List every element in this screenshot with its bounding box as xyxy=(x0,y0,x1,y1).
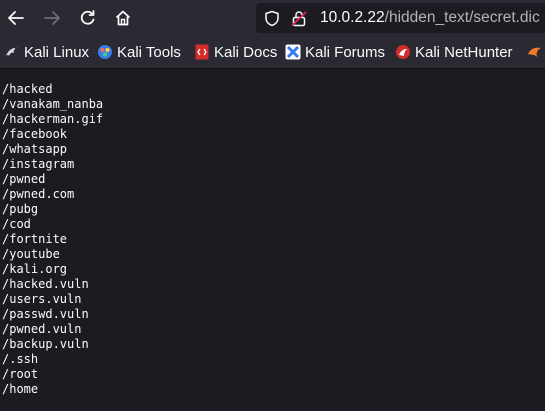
page-content: /hacked/vanakam_nanba/hackerman.gif/face… xyxy=(0,69,545,411)
bookmark-kali-docs[interactable]: Kali Docs xyxy=(194,43,277,61)
text-line: /pwned xyxy=(2,172,46,186)
text-line: /pwned.com xyxy=(2,187,75,201)
kali-tools-icon xyxy=(97,44,113,60)
bookmark-label: Kali Forums xyxy=(305,43,386,61)
text-line: /whatsapp xyxy=(2,142,68,156)
bookmark-label: Kali NetHunter xyxy=(415,43,513,61)
text-line: /facebook xyxy=(2,127,68,141)
home-button[interactable] xyxy=(108,3,138,33)
bookmark-kali-forums[interactable]: Kali Forums xyxy=(285,43,385,61)
kali-forums-icon xyxy=(285,44,301,60)
text-line: /root xyxy=(2,367,39,381)
text-line: /users.vuln xyxy=(2,292,82,306)
home-icon xyxy=(115,10,131,26)
text-line: /backup.vuln xyxy=(2,337,89,351)
text-line: /fortnite xyxy=(2,232,68,246)
tracking-protection-shield-icon[interactable] xyxy=(264,10,280,27)
url-host: 10.0.2.22 xyxy=(320,9,385,26)
exploit-db-icon xyxy=(526,44,542,60)
text-line: /kali.org xyxy=(2,262,68,276)
text-line: /pubg xyxy=(2,202,39,216)
text-line: /cod xyxy=(2,217,31,231)
bookmark-label: Kali Tools xyxy=(117,43,181,61)
text-line: /home xyxy=(2,382,39,396)
bookmark-label: Kali Docs xyxy=(214,43,278,61)
url-path: /hidden_text/secret.dic xyxy=(384,9,540,26)
bookmark-kali-nethunter[interactable]: Kali NetHunter xyxy=(395,43,513,61)
text-line: /.ssh xyxy=(2,352,39,366)
bookmark-kali-tools[interactable]: Kali Tools xyxy=(97,43,181,61)
text-line: /hacked xyxy=(2,82,53,96)
address-bar[interactable]: 10.0.2.22/hidden_text/secret.dic xyxy=(256,3,545,33)
text-line: /instagram xyxy=(2,157,75,171)
insecure-lock-icon[interactable] xyxy=(291,10,307,27)
text-line: /vanakam_nanba xyxy=(2,97,104,111)
text-line: /youtube xyxy=(2,247,60,261)
bookmarks-toolbar: Kali Linux Kali Tools Kali Docs Kali For… xyxy=(0,36,545,69)
text-line: /pwned.vuln xyxy=(2,322,82,336)
back-button[interactable] xyxy=(1,3,31,33)
bookmark-overflow[interactable] xyxy=(526,43,545,61)
kali-dragon-icon xyxy=(4,44,20,60)
arrow-left-icon xyxy=(8,11,24,25)
reload-button[interactable] xyxy=(73,3,103,33)
kali-docs-icon xyxy=(194,44,210,60)
text-line: /hacked.vuln xyxy=(2,277,89,291)
url-text[interactable]: 10.0.2.22/hidden_text/secret.dic xyxy=(320,9,540,27)
forward-button[interactable] xyxy=(37,3,67,33)
navigation-toolbar: 10.0.2.22/hidden_text/secret.dic xyxy=(0,0,545,36)
text-line: /hackerman.gif xyxy=(2,112,104,126)
kali-nethunter-icon xyxy=(395,44,411,60)
bookmark-label: Kali Linux xyxy=(24,43,90,61)
arrow-right-icon xyxy=(44,11,60,25)
text-line: /passwd.vuln xyxy=(2,307,89,321)
file-text: /hacked/vanakam_nanba/hackerman.gif/face… xyxy=(2,82,103,397)
browser-window: 10.0.2.22/hidden_text/secret.dic Kali Li… xyxy=(0,0,545,411)
reload-icon xyxy=(80,10,95,25)
bookmark-kali-linux[interactable]: Kali Linux xyxy=(4,43,89,61)
